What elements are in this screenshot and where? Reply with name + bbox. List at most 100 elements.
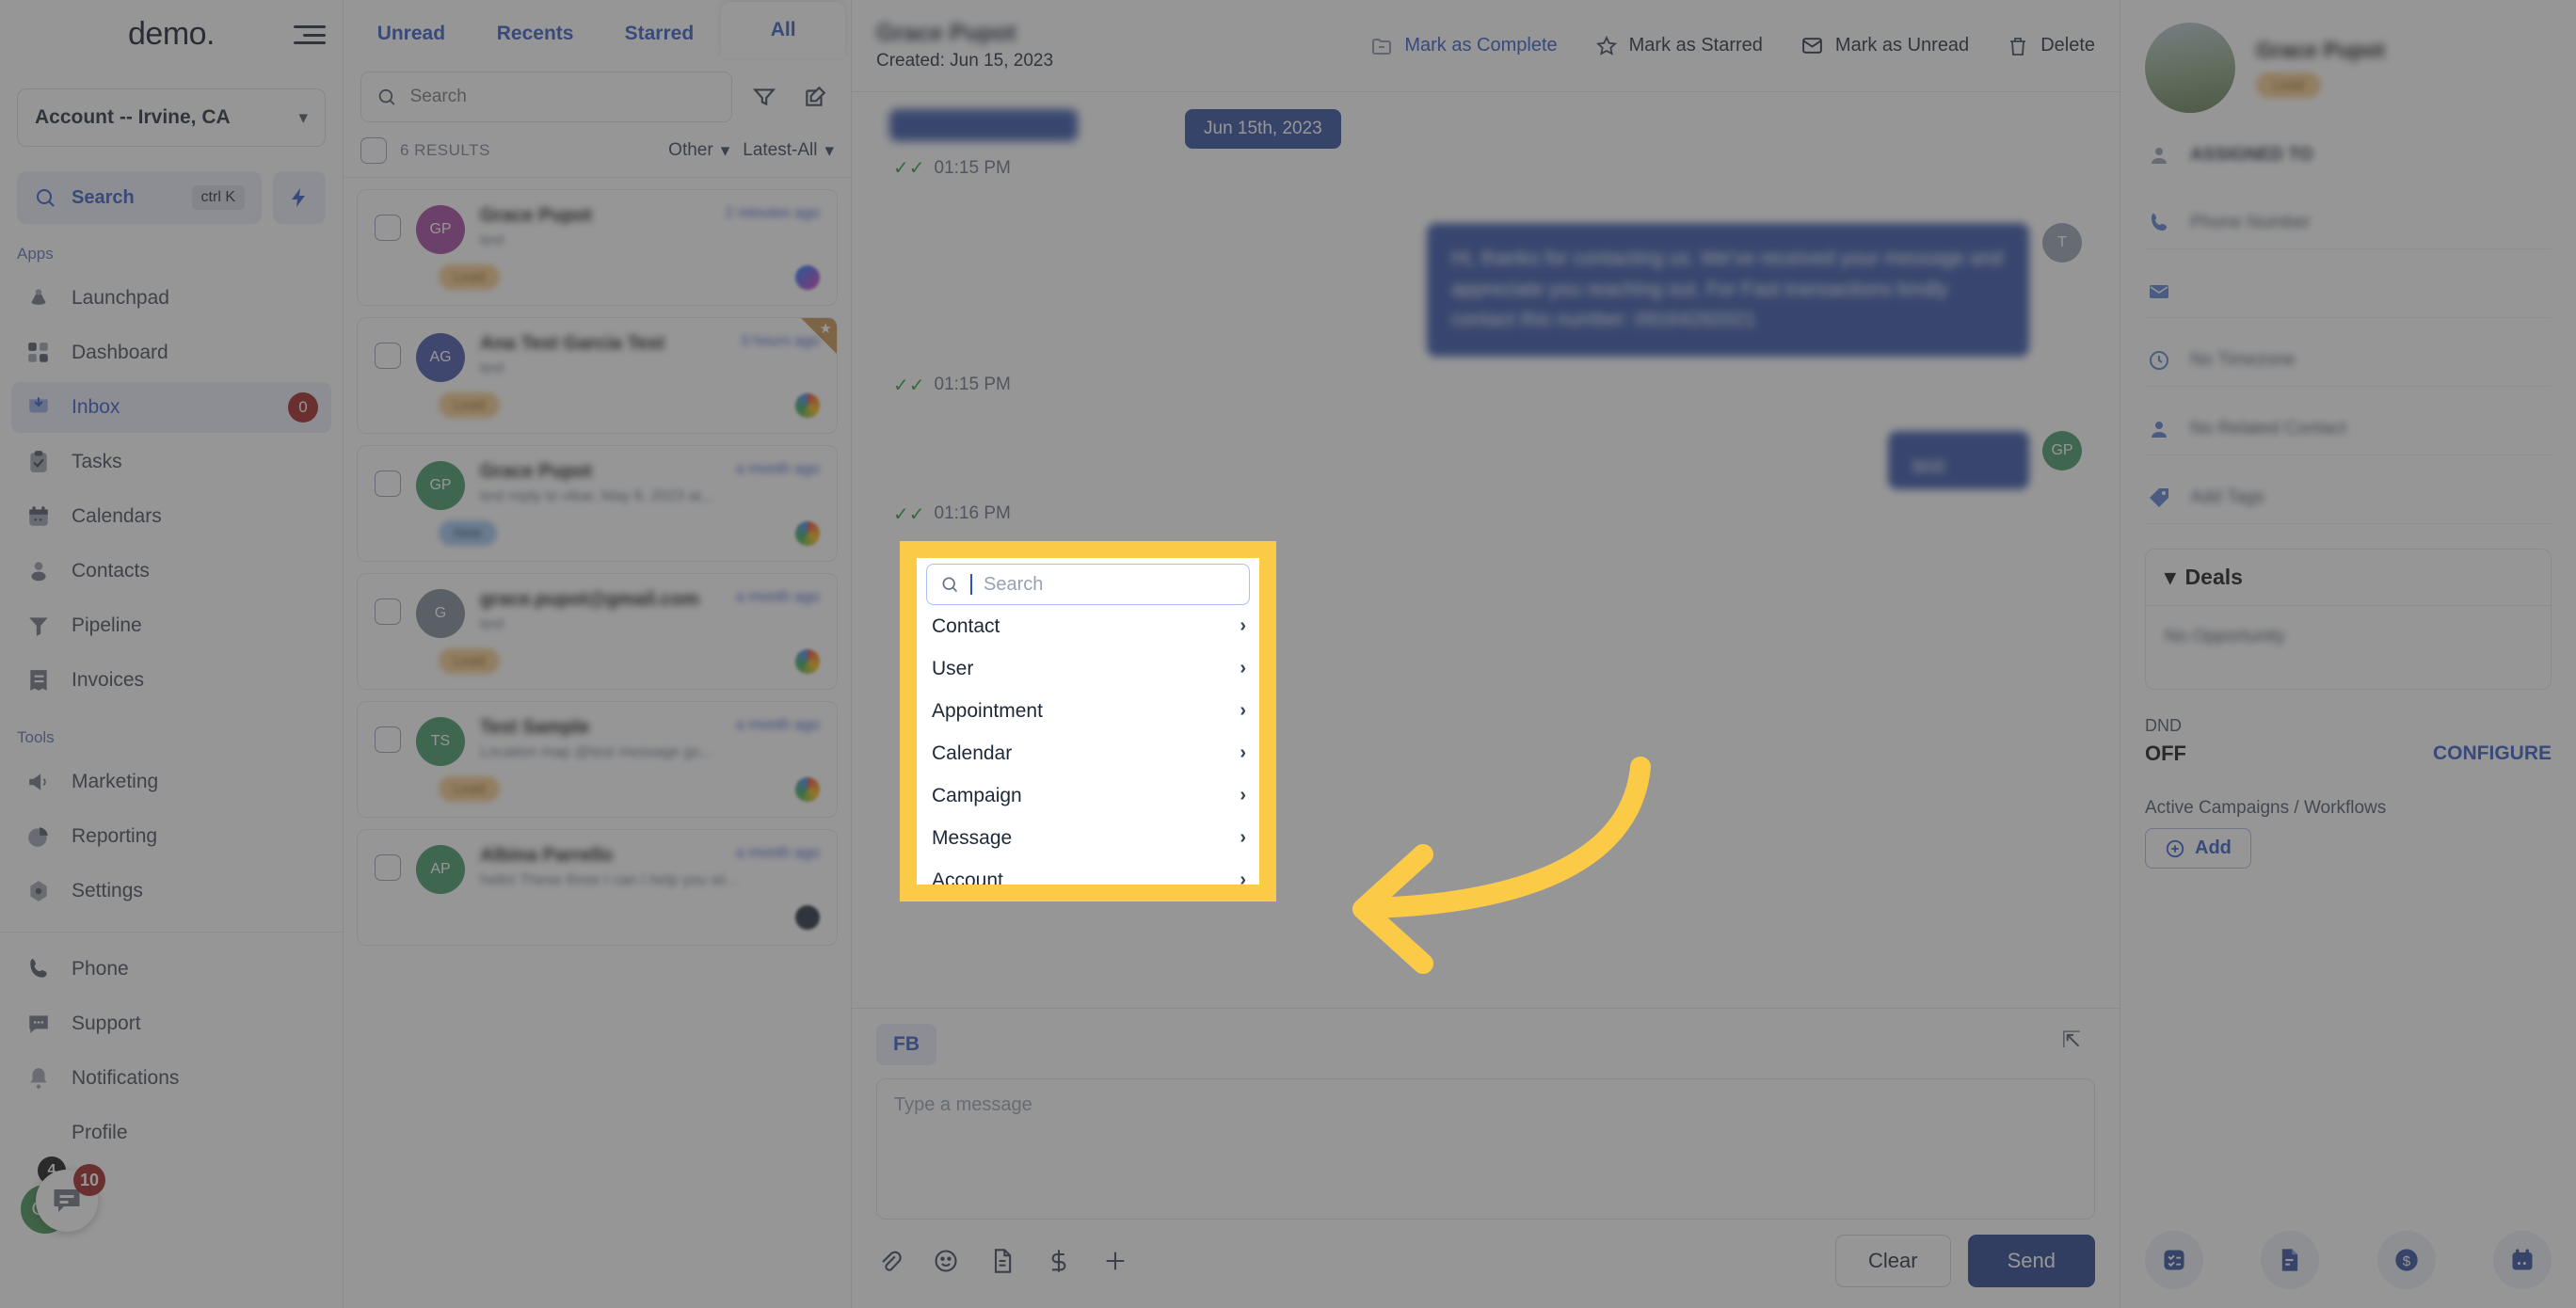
sidebar-item-settings[interactable]: Settings [11,866,331,917]
sidebar-item-reporting[interactable]: Reporting [11,811,331,862]
expand-arrows-icon[interactable]: ⇱ [2062,1027,2081,1054]
collapse-sidebar-icon[interactable] [294,21,326,49]
appointments-calendar-icon[interactable] [2492,1231,2552,1289]
message-preview: Location map @test message go... [480,744,713,760]
chevron-right-icon: › [1240,869,1246,885]
contact-field-email[interactable] [2145,278,2552,318]
message-bubble-out: Hi, thanks for contacting us. We've rece… [1427,223,2029,357]
dollar-icon[interactable] [1046,1248,1072,1274]
person-icon [2145,141,2173,169]
app-logo: demo. [128,15,216,52]
add-campaign-button[interactable]: Add [2145,828,2251,869]
conversation-list-item[interactable]: AP Albina Parrello a month ago hello! Th… [357,829,838,946]
row-checkbox[interactable] [375,343,401,369]
clock-icon [2145,346,2173,375]
global-search-button[interactable]: Search ctrl K [17,171,262,224]
search-icon [378,88,395,105]
dropdown-item-contact[interactable]: Contact › [917,605,1259,647]
sidebar-item-phone[interactable]: Phone [11,944,331,995]
assigned-to-row[interactable]: ASSIGNED TO [2145,141,2552,181]
compose-pencil-icon[interactable] [796,78,834,116]
plus-icon[interactable] [1102,1248,1128,1274]
sidebar-item-launchpad[interactable]: Launchpad [11,273,331,324]
sidebar-item-tasks[interactable]: Tasks [11,437,331,487]
attachment-clip-icon[interactable] [876,1248,903,1274]
quick-action-button[interactable] [273,171,326,224]
chevron-down-icon: ▾ [298,107,308,128]
mark-as-complete-button[interactable]: Mark as Complete [1370,35,1558,57]
contact-panel-bottom-icons: $ [2145,1231,2552,1289]
contact-field-phone[interactable]: Phone Number [2145,209,2552,249]
sidebar-item-label: Inbox [72,396,120,418]
star-icon: ★ [819,321,832,337]
search-input-wrapper[interactable] [360,72,732,122]
sidebar-item-pipeline[interactable]: Pipeline [11,600,331,651]
person-icon [24,557,53,585]
sidebar-item-contacts[interactable]: Contacts [11,546,331,597]
conversation-list-item[interactable]: TS Test Sample a month ago Location map … [357,701,838,818]
search-input[interactable] [409,87,716,107]
dropdown-item-account[interactable]: Account › [917,859,1259,885]
dropdown-item-calendar[interactable]: Calendar › [917,732,1259,774]
mark-as-unread-label: Mark as Unread [1834,35,1970,56]
account-selector[interactable]: Account -- Irvine, CA ▾ [17,88,326,147]
tab-unread[interactable]: Unread [349,9,473,58]
dnd-row: OFF CONFIGURE [2145,742,2552,766]
tab-all[interactable]: All [721,2,845,58]
conversation-list-item[interactable]: GP Grace Pupot a month ago test reply to… [357,445,838,562]
notes-document-icon[interactable] [2261,1231,2320,1289]
send-button[interactable]: Send [1967,1235,2095,1287]
dnd-configure-button[interactable]: CONFIGURE [2433,742,2552,765]
sidebar-item-invoices[interactable]: Invoices [11,655,331,706]
deals-header[interactable]: ▾ Deals [2146,550,2551,606]
select-all-checkbox[interactable] [360,137,387,164]
row-checkbox[interactable] [375,598,401,625]
dropdown-search-input[interactable]: Search [926,564,1250,605]
row-checkbox[interactable] [375,471,401,497]
emoji-smiley-icon[interactable] [933,1248,959,1274]
mark-as-unread-button[interactable]: Mark as Unread [1800,34,1969,57]
filter-funnel-icon[interactable] [745,78,783,116]
tab-starred[interactable]: Starred [598,9,722,58]
conversation-list-item[interactable]: G grace.pupot@gmail.com a month ago test… [357,573,838,690]
avatar: TS [416,717,465,766]
tasks-icon[interactable] [2145,1231,2203,1289]
delete-button[interactable]: Delete [2007,35,2095,57]
app-root: demo. Account -- Irvine, CA ▾ Search ctr… [0,0,2576,1308]
tab-recents[interactable]: Recents [473,9,598,58]
document-icon[interactable] [989,1248,1016,1274]
gear-icon [24,877,53,905]
composer-tab-fb[interactable]: FB [876,1024,936,1065]
sidebar-item-calendars[interactable]: Calendars [11,491,331,542]
sidebar-item-notifications[interactable]: Notifications [11,1053,331,1104]
message-input[interactable]: Type a message ⇱ [876,1028,2095,1220]
conversation-list-item[interactable]: ★ AG Ana Test Garcia Test 3 hours ago te… [357,317,838,434]
dropdown-item-user[interactable]: User › [917,647,1259,690]
row-checkbox[interactable] [375,854,401,881]
contact-field-tags[interactable]: Add Tags [2145,484,2552,524]
double-check-icon: ✓✓ [893,503,925,525]
sidebar-item-marketing[interactable]: Marketing [11,757,331,807]
dropdown-item-message[interactable]: Message › [917,817,1259,859]
type-filter-select[interactable]: Other ▾ [668,140,729,162]
sidebar-item-dashboard[interactable]: Dashboard [11,327,331,378]
conversation-list-item[interactable]: GP Grace Pupot 2 minutes ago test Lead [357,189,838,306]
sidebar-item-support[interactable]: Support [11,998,331,1049]
sidebar-item-profile[interactable]: Profile [11,1108,331,1158]
contact-field-related[interactable]: No Related Contact [2145,415,2552,455]
clear-button[interactable]: Clear [1835,1235,1951,1287]
payments-dollar-icon[interactable]: $ [2376,1231,2436,1289]
dropdown-item-appointment[interactable]: Appointment › [917,690,1259,732]
folder-minus-icon [1372,38,1392,55]
composer-channel-tabs: FB [876,1024,2095,1065]
mark-as-starred-button[interactable]: Mark as Starred [1595,35,1763,57]
bell-icon [24,1064,53,1093]
row-checkbox[interactable] [375,215,401,241]
dropdown-item-campaign[interactable]: Campaign › [917,774,1259,817]
sort-filter-select[interactable]: Latest-All ▾ [743,140,834,162]
contact-field-timezone[interactable]: No Timezone [2145,346,2552,387]
avatar-icon [24,1119,53,1147]
google-icon [795,520,820,546]
row-checkbox[interactable] [375,726,401,753]
sidebar-item-inbox[interactable]: Inbox 0 [11,382,331,433]
